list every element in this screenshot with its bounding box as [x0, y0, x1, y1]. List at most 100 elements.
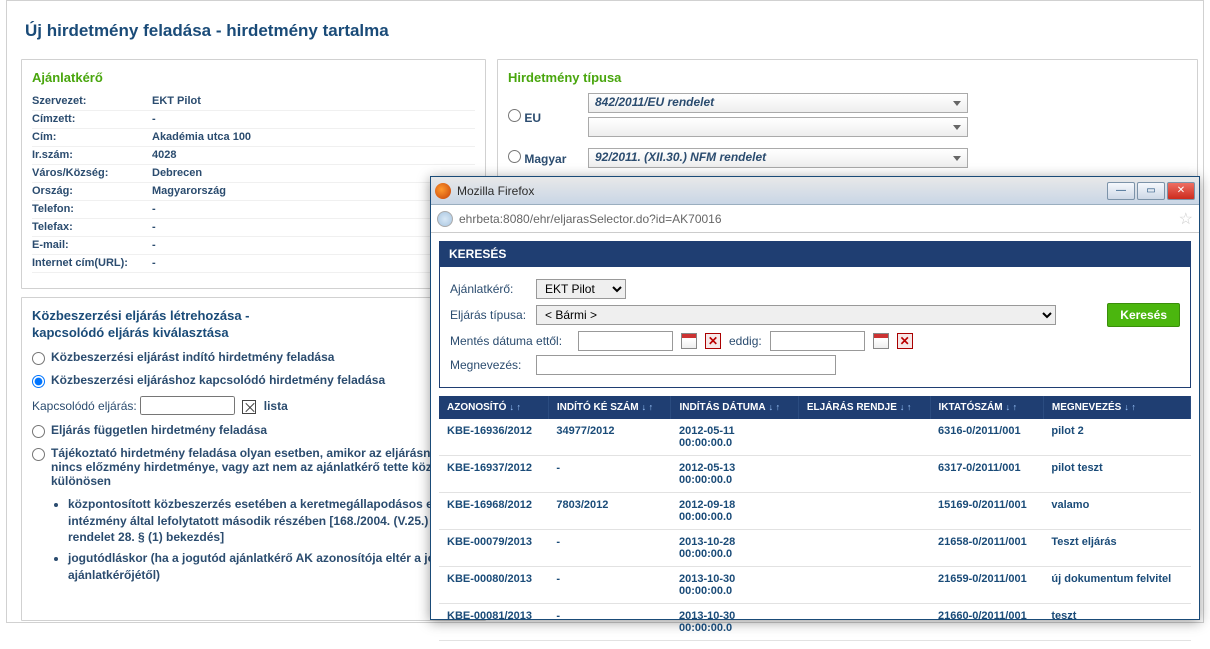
globe-icon — [437, 211, 453, 227]
address-table: Szervezet:EKT Pilot Címzett:- Cím:Akadém… — [32, 93, 475, 273]
th-eljaras-rendje[interactable]: ELJÁRÁS RENDJE↓ ↑ — [798, 396, 930, 419]
radio-opt2[interactable] — [32, 375, 45, 388]
cell-date: 2012-05-1300:00:00.0 — [671, 456, 798, 493]
k-irszam: Ir.szám: — [32, 147, 152, 165]
panel-title-procedure: Közbeszerzési eljárás létrehozása -kapcs… — [32, 308, 475, 342]
clear-date-to-icon[interactable]: ✕ — [897, 333, 913, 349]
panel-title-hirdetmeny-tipusa: Hirdetmény típusa — [508, 70, 1187, 85]
table-row[interactable]: KBE-16936/201234977/20122012-05-1100:00:… — [439, 419, 1191, 456]
dropdown-eu-sub[interactable] — [588, 117, 968, 137]
cell-id: KBE-16937/2012 — [439, 456, 548, 493]
cell-ke: 7803/2012 — [548, 493, 671, 530]
page-title: Új hirdetmény feladása - hirdetmény tart… — [25, 21, 1191, 41]
v-telefax: - — [152, 219, 475, 237]
cell-ke: 34977/2012 — [548, 419, 671, 456]
radio-eu[interactable] — [508, 109, 521, 122]
cell-date: 2012-05-1100:00:00.0 — [671, 419, 798, 456]
cell-meg: pilot teszt — [1043, 456, 1190, 493]
dropdown-eu-rendelet[interactable]: 842/2011/EU rendelet — [588, 93, 968, 113]
panel-ajanlatkero: Ajánlatkérő Szervezet:EKT Pilot Címzett:… — [21, 59, 486, 289]
window-title: Mozilla Firefox — [457, 184, 1107, 198]
cell-id: KBE-16968/2012 — [439, 493, 548, 530]
table-row[interactable]: KBE-00079/2013-2013-10-2800:00:00.021658… — [439, 530, 1191, 567]
th-megnevezes[interactable]: MEGNEVEZÉS↓ ↑ — [1043, 396, 1190, 419]
cell-ke: - — [548, 604, 671, 641]
v-irszam: 4028 — [152, 147, 475, 165]
th-indito-ke[interactable]: INDÍTÓ KÉ SZÁM↓ ↑ — [548, 396, 671, 419]
cell-meg: teszt — [1043, 604, 1190, 641]
input-megnevezes[interactable] — [536, 355, 836, 375]
label-kapcsolodo: Kapcsolódó eljárás: — [32, 399, 137, 413]
bookmark-icon[interactable]: ☆ — [1179, 209, 1193, 229]
cell-rend — [798, 604, 930, 641]
k-cim: Cím: — [32, 129, 152, 147]
v-varos: Debrecen — [152, 165, 475, 183]
cell-meg: Teszt eljárás — [1043, 530, 1190, 567]
label-date-to: eddig: — [729, 334, 762, 348]
radio-magyar[interactable] — [508, 150, 521, 163]
panel-hirdetmeny-tipusa: Hirdetmény típusa EU 842/2011/EU rendele… — [497, 59, 1198, 181]
cell-iktato: 6317-0/2011/001 — [930, 456, 1043, 493]
v-email: - — [152, 237, 475, 255]
search-form: Ajánlatkérő: EKT Pilot Eljárás típusa: <… — [439, 267, 1191, 388]
cell-rend — [798, 493, 930, 530]
address-bar[interactable]: ehrbeta:8080/ehr/eljarasSelector.do?id=A… — [431, 205, 1199, 233]
url-text: ehrbeta:8080/ehr/eljarasSelector.do?id=A… — [459, 212, 1173, 226]
titlebar[interactable]: Mozilla Firefox — ▭ ✕ — [431, 177, 1199, 205]
k-szervezet: Szervezet: — [32, 93, 152, 111]
input-date-from[interactable] — [578, 331, 673, 351]
radio-opt4[interactable] — [32, 448, 45, 461]
bullet2: jogutódláskor (ha a jogutód ajánlatkérő … — [68, 550, 475, 584]
k-varos: Város/Község: — [32, 165, 152, 183]
th-inditas-datuma[interactable]: INDÍTÁS DÁTUMA↓ ↑ — [671, 396, 798, 419]
label-opt1: Közbeszerzési eljárást indító hirdetmény… — [51, 350, 334, 364]
maximize-button[interactable]: ▭ — [1137, 182, 1165, 200]
bullet1: központosított közbeszerzés esetében a k… — [68, 496, 475, 546]
v-telefon: - — [152, 201, 475, 219]
clear-date-from-icon[interactable]: ✕ — [705, 333, 721, 349]
search-button[interactable]: Keresés — [1107, 303, 1180, 327]
cell-iktato: 21659-0/2011/001 — [930, 567, 1043, 604]
label-opt3: Eljárás független hirdetmény feladása — [51, 423, 267, 437]
radio-opt3[interactable] — [32, 425, 45, 438]
calendar-from-icon[interactable] — [681, 333, 697, 349]
close-button[interactable]: ✕ — [1167, 182, 1195, 200]
k-url: Internet cím(URL): — [32, 255, 152, 273]
cell-rend — [798, 419, 930, 456]
search-header: KERESÉS — [439, 241, 1191, 267]
th-azonosito[interactable]: AZONOSÍTÓ↓ ↑ — [439, 396, 548, 419]
cell-date: 2013-10-2800:00:00.0 — [671, 530, 798, 567]
popup-window: Mozilla Firefox — ▭ ✕ ehrbeta:8080/ehr/e… — [430, 176, 1200, 620]
table-row[interactable]: KBE-16937/2012-2012-05-1300:00:00.0 6317-… — [439, 456, 1191, 493]
cell-ke: - — [548, 456, 671, 493]
dropdown-magyar-rendelet[interactable]: 92/2011. (XII.30.) NFM rendelet — [588, 148, 968, 168]
k-orszag: Ország: — [32, 183, 152, 201]
panel-title-ajanlatkero: Ajánlatkérő — [32, 70, 475, 85]
clear-icon[interactable] — [242, 400, 256, 414]
cell-iktato: 21660-0/2011/001 — [930, 604, 1043, 641]
input-date-to[interactable] — [770, 331, 865, 351]
v-cim: Akadémia utca 100 — [152, 129, 475, 147]
minimize-button[interactable]: — — [1107, 182, 1135, 200]
cell-iktato: 21658-0/2011/001 — [930, 530, 1043, 567]
k-telefon: Telefon: — [32, 201, 152, 219]
calendar-to-icon[interactable] — [873, 333, 889, 349]
label-ajanlatkero: Ajánlatkérő: — [450, 282, 528, 296]
label-opt2: Közbeszerzési eljáráshoz kapcsolódó hird… — [51, 373, 385, 387]
input-kapcsolodo[interactable] — [140, 396, 235, 415]
v-orszag: Magyarország — [152, 183, 475, 201]
select-eljaras-tipusa[interactable]: < Bármi > — [536, 305, 1056, 325]
cell-meg: új dokumentum felvitel — [1043, 567, 1190, 604]
table-row[interactable]: KBE-00081/2013-2013-10-3000:00:00.021660… — [439, 604, 1191, 641]
table-row[interactable]: KBE-00080/2013-2013-10-3000:00:00.021659… — [439, 567, 1191, 604]
v-cimzett: - — [152, 111, 475, 129]
kapcsolodo-row: Kapcsolódó eljárás: lista — [32, 396, 475, 415]
table-row[interactable]: KBE-16968/20127803/20122012-09-1800:00:0… — [439, 493, 1191, 530]
select-ajanlatkero[interactable]: EKT Pilot — [536, 279, 626, 299]
link-lista[interactable]: lista — [264, 399, 288, 413]
k-telefax: Telefax: — [32, 219, 152, 237]
th-iktatoszam[interactable]: IKTATÓSZÁM↓ ↑ — [930, 396, 1043, 419]
radio-opt1[interactable] — [32, 352, 45, 365]
firefox-icon — [435, 183, 451, 199]
cell-id: KBE-16936/2012 — [439, 419, 548, 456]
